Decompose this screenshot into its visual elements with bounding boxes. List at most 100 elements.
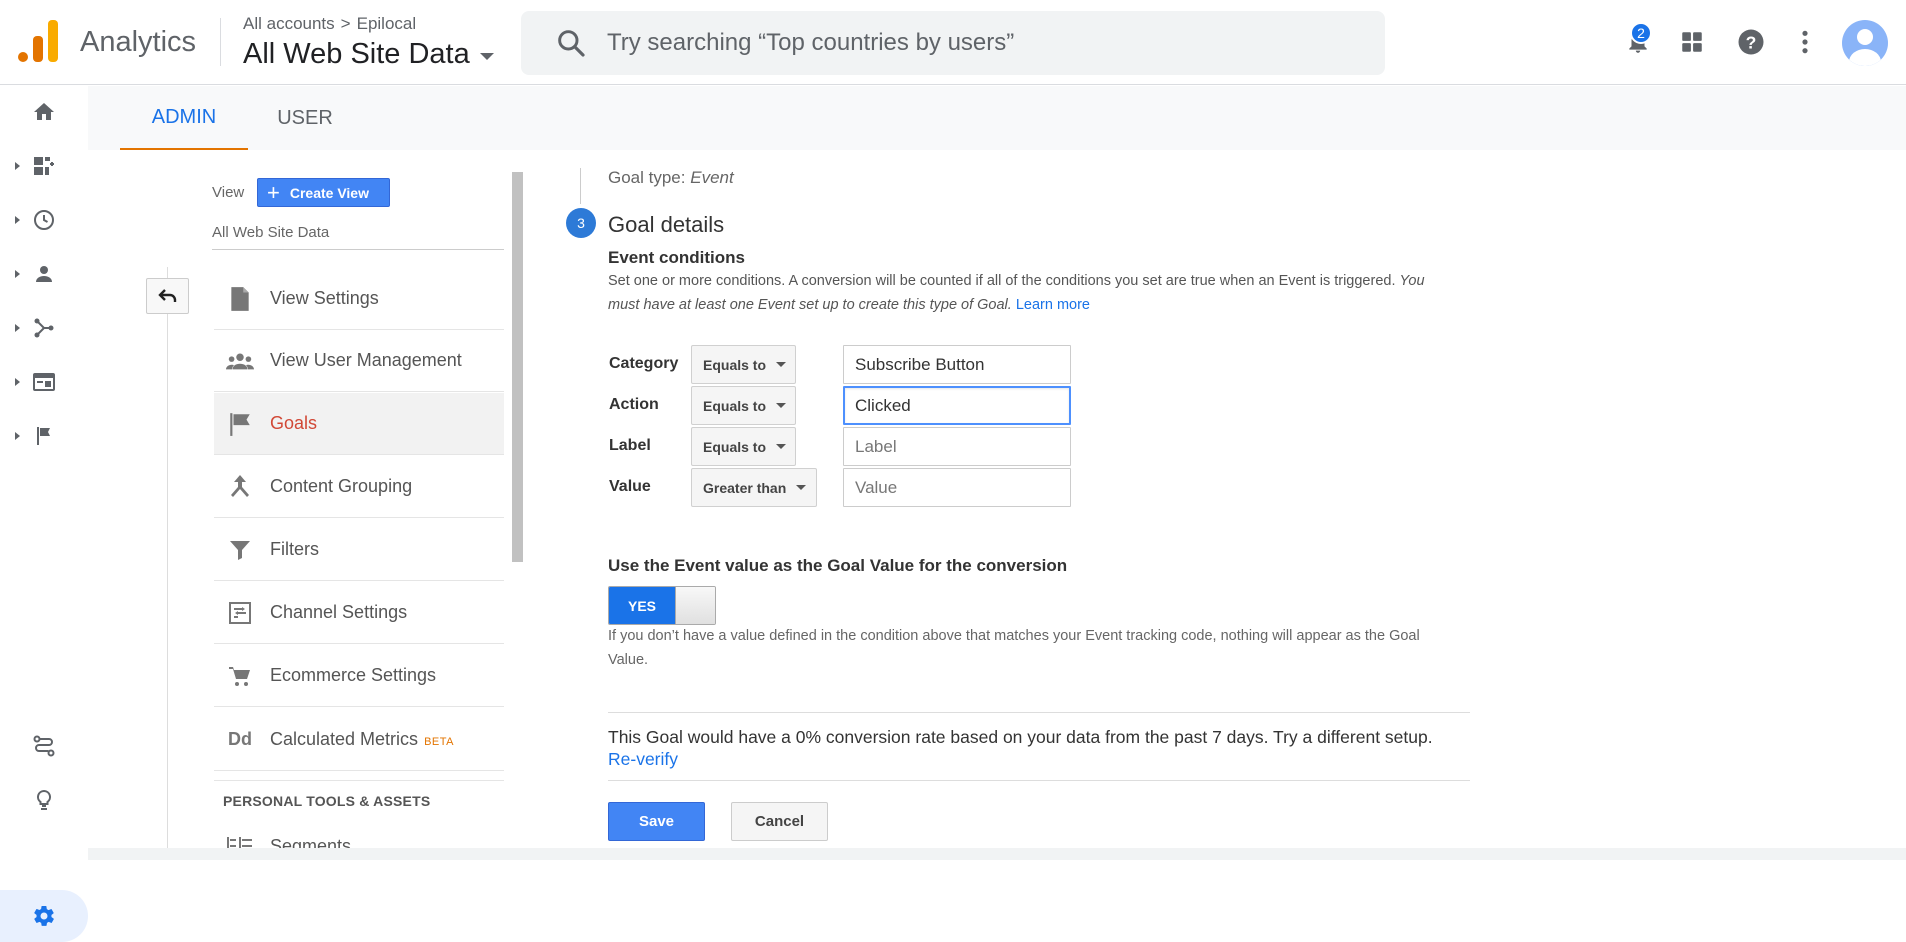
rail-realtime[interactable] [0, 198, 88, 242]
breadcrumb-property[interactable]: Epilocal [357, 14, 417, 33]
behavior-icon [33, 373, 55, 391]
use-event-value-toggle[interactable]: YES [608, 586, 716, 625]
left-nav-rail [0, 86, 88, 942]
view-column-label: View [212, 184, 245, 201]
nav-channel-settings[interactable]: Channel Settings [214, 582, 504, 644]
search-icon [558, 30, 585, 57]
nav-label: Content Grouping [270, 476, 413, 496]
tab-admin[interactable]: ADMIN [120, 86, 248, 150]
notification-count-badge: 2 [1630, 22, 1652, 44]
condition-label-category: Category [609, 355, 679, 372]
breadcrumb-separator-icon: > [340, 14, 351, 33]
nav-ecommerce-settings[interactable]: Ecommerce Settings [214, 645, 504, 707]
expand-arrow-icon [15, 216, 20, 224]
tab-user[interactable]: USER [260, 86, 350, 150]
expand-arrow-icon [15, 432, 20, 440]
discover-lightbulb-icon [36, 789, 52, 810]
operator-label: Equals to [703, 438, 767, 455]
nav-goals[interactable]: Goals [214, 393, 504, 455]
condition-label-value: Value [609, 478, 651, 495]
save-button[interactable]: Save [608, 802, 705, 841]
reverify-link[interactable]: Re-verify [608, 748, 1433, 770]
condition-value-category[interactable] [843, 345, 1071, 384]
rail-admin[interactable] [0, 890, 88, 942]
create-view-button[interactable]: + Create View [257, 178, 390, 207]
nav-label: Goals [270, 413, 318, 433]
learn-more-link[interactable]: Learn more [1016, 297, 1090, 313]
content-grouping-icon [226, 473, 254, 501]
home-icon [34, 103, 54, 120]
app-title: Analytics [80, 26, 197, 58]
nav-label: Channel Settings [270, 602, 408, 622]
rail-home[interactable] [0, 90, 88, 134]
condition-label-action: Action [609, 396, 659, 413]
rail-discover[interactable] [0, 778, 88, 822]
nav-filters[interactable]: Filters [214, 519, 504, 581]
goal-type-value: Event [690, 168, 734, 187]
nav-segments[interactable]: Segments [214, 815, 504, 877]
search-bar[interactable] [521, 11, 1385, 75]
nav-label: Filters [270, 539, 319, 559]
operator-label: Equals to [703, 397, 767, 414]
goal-type-label: Goal type: [608, 168, 686, 187]
breadcrumb-account[interactable]: All accounts [243, 14, 335, 33]
condition-value-value[interactable] [843, 468, 1071, 507]
realtime-icon [34, 210, 54, 230]
nav-scrollbar[interactable] [512, 172, 523, 562]
view-selector-dropdown[interactable]: All Web Site Data [212, 224, 329, 241]
document-icon [226, 285, 254, 313]
rail-behavior[interactable] [0, 360, 88, 404]
rail-audience[interactable] [0, 252, 88, 296]
analytics-logo[interactable] [18, 20, 58, 62]
audience-icon [36, 266, 52, 282]
verify-divider-top [608, 712, 1470, 713]
dropdown-arrow-icon [796, 485, 807, 490]
condition-operator-category[interactable]: Equals to [691, 345, 796, 384]
expand-arrow-icon [15, 270, 20, 278]
expand-arrow-icon [15, 324, 20, 332]
search-input[interactable] [607, 29, 1367, 57]
event-conditions-title: Event conditions [608, 248, 745, 267]
dd-icon: Dd [228, 729, 252, 749]
nav-content-grouping[interactable]: Content Grouping [214, 456, 504, 518]
rail-acquisition[interactable] [0, 306, 88, 350]
section-divider [214, 780, 504, 781]
toggle-knob [675, 587, 715, 624]
admin-gear-icon [34, 905, 54, 926]
beta-badge: BETA [424, 736, 454, 748]
condition-value-action[interactable] [843, 386, 1071, 425]
more-vert-icon[interactable] [1787, 24, 1823, 60]
rail-attribution[interactable] [0, 724, 88, 768]
cancel-button[interactable]: Cancel [731, 802, 828, 841]
expand-arrow-icon [15, 378, 20, 386]
nav-view-user-management[interactable]: View User Management [214, 330, 504, 392]
header-divider [220, 18, 221, 66]
caret-down-icon [479, 53, 494, 60]
condition-value-label[interactable] [843, 427, 1071, 466]
dropdown-arrow-icon [776, 362, 787, 367]
channel-settings-icon [226, 599, 254, 627]
condition-operator-label[interactable]: Equals to [691, 427, 796, 466]
rail-conversions[interactable] [0, 414, 88, 458]
top-app-bar: Analytics All accounts > Epilocal All Web … [0, 0, 1906, 85]
collapse-back-button[interactable] [146, 278, 189, 314]
admin-tabs-bar [88, 86, 1906, 150]
customization-icon [34, 157, 54, 175]
condition-operator-value[interactable]: Greater than [691, 468, 817, 507]
view-selector[interactable]: All Web Site Data [243, 38, 494, 71]
help-icon[interactable]: ? [1733, 24, 1769, 60]
people-icon [226, 347, 254, 375]
step-connector-line [580, 168, 581, 204]
breadcrumb[interactable]: All accounts > Epilocal [243, 14, 416, 34]
toggle-yes-label: YES [609, 587, 675, 624]
condition-label-label: Label [609, 437, 651, 454]
condition-operator-action[interactable]: Equals to [691, 386, 796, 425]
apps-grid-icon[interactable] [1674, 24, 1710, 60]
nav-calculated-metrics[interactable]: Dd Calculated Metrics BETA [214, 709, 504, 771]
view-divider [212, 249, 504, 250]
nav-label: Ecommerce Settings [270, 665, 437, 685]
nav-view-settings[interactable]: View Settings [214, 268, 504, 330]
svg-text:?: ? [1746, 32, 1757, 52]
rail-customization[interactable] [0, 144, 88, 188]
account-avatar[interactable] [1842, 20, 1888, 66]
